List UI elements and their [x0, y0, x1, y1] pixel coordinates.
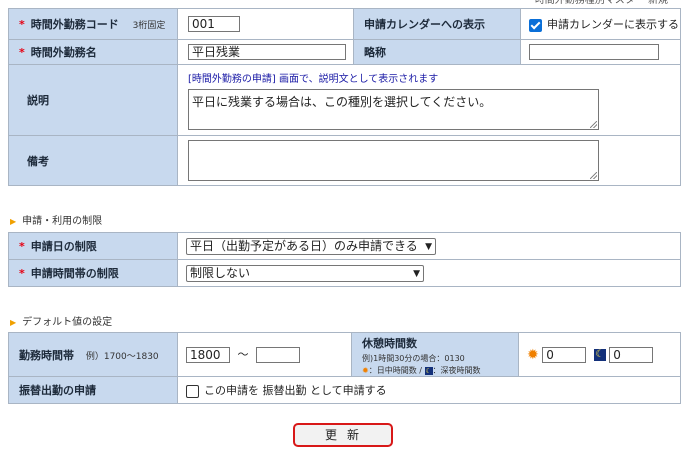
section-restrictions-title: 申請・利用の制限: [22, 216, 103, 227]
time-restriction-label: 申請時間帯の制限: [30, 267, 119, 280]
code-label: 時間外勤務コード: [30, 18, 119, 31]
section-restrictions-heading: ▶ 申請・利用の制限: [10, 212, 102, 227]
work-time-value-cell: 1800 ～: [177, 332, 352, 377]
break-day-input[interactable]: 0: [542, 346, 587, 363]
required-mark: *: [19, 46, 25, 59]
work-time-from-input[interactable]: 1800: [186, 347, 230, 363]
substitute-value-cell: この申請を 振替出勤 として申請する: [177, 376, 681, 404]
work-time-separator: ～: [237, 348, 249, 361]
substitute-label: 振替出勤の申請: [19, 384, 96, 397]
short-name-label-cell: 略称: [353, 39, 521, 65]
sun-icon: ✹: [362, 366, 369, 375]
substitute-checkbox-label[interactable]: この申請を 振替出勤 として申請する: [204, 384, 387, 397]
description-textarea[interactable]: 平日に残業する場合は、この種別を選択してください。: [188, 89, 599, 130]
time-restriction-selected: 制限しない: [190, 265, 251, 280]
date-restriction-selected: 平日（出勤予定がある日）のみ申請できる: [190, 238, 418, 253]
name-label: 時間外勤務名: [30, 46, 97, 59]
moon-icon: ☾: [424, 367, 433, 375]
description-label: 説明: [27, 94, 49, 107]
section-defaults-title: デフォルト値の設定: [22, 317, 113, 328]
work-time-example: 例）1700～1830: [85, 351, 159, 362]
day-legend: ：日中時間数 /: [368, 366, 422, 375]
date-restriction-select[interactable]: 平日（出勤予定がある日）のみ申請できる ▼: [186, 237, 436, 255]
name-value-cell: 平日残業: [177, 39, 354, 65]
remarks-textarea[interactable]: [188, 140, 599, 181]
restrictions-table: * 申請日の制限 平日（出勤予定がある日）のみ申請できる ▼ * 申請時間帯の制限 …: [8, 232, 681, 287]
resize-grip-icon[interactable]: [590, 172, 597, 179]
time-restriction-select[interactable]: 制限しない ▼: [186, 264, 424, 282]
break-legend: ✹：日中時間数 / ☾：深夜時間数: [362, 365, 518, 376]
chevron-down-icon: ▼: [425, 241, 432, 252]
sun-icon: ✹: [527, 346, 539, 363]
main-form-table: * 時間外勤務コード 3桁固定 001 申請カレンダーへの表示 申請カレンダーに表…: [8, 8, 681, 186]
section-arrow-icon: ▶: [10, 318, 17, 327]
time-restriction-label-cell: * 申請時間帯の制限: [8, 259, 178, 287]
calendar-checkbox-label[interactable]: 申請カレンダーに表示する: [547, 18, 679, 31]
break-night-input[interactable]: 0: [609, 346, 654, 363]
calendar-label-cell: 申請カレンダーへの表示: [353, 8, 521, 40]
date-restriction-value-cell: 平日（出勤予定がある日）のみ申請できる ▼: [177, 232, 681, 260]
code-input[interactable]: 001: [188, 16, 240, 32]
break-label-cell: 休憩時間数 例)1時間30分の場合：0130 ✹：日中時間数 / ☾：深夜時間数: [351, 332, 519, 377]
date-restriction-label: 申請日の制限: [30, 240, 97, 253]
required-mark: *: [19, 267, 25, 280]
description-label-cell: 説明: [8, 64, 178, 136]
break-example: 例)1時間30分の場合：0130: [362, 354, 465, 363]
code-note: 3桁固定: [132, 21, 166, 31]
name-input[interactable]: 平日残業: [188, 44, 346, 60]
name-label-cell: * 時間外勤務名: [8, 39, 178, 65]
moon-icon: ☾: [593, 348, 606, 361]
header-text: 時間外勤務種別マスター 新規: [534, 0, 668, 6]
break-value-cell: ✹ 0 ☾ 0: [518, 332, 681, 377]
work-time-label: 勤務時間帯: [19, 348, 74, 362]
update-button[interactable]: 更新: [293, 423, 393, 447]
calendar-label: 申請カレンダーへの表示: [364, 18, 485, 31]
chevron-down-icon: ▼: [413, 268, 420, 279]
calendar-checkbox[interactable]: [529, 18, 542, 32]
short-name-input[interactable]: [529, 44, 659, 60]
code-value-cell: 001: [177, 8, 354, 40]
defaults-table: 勤務時間帯 例）1700～1830 1800 ～ 休憩時間数 例)1時間30分の…: [8, 332, 681, 404]
description-text: 平日に残業する場合は、この種別を選択してください。: [192, 95, 492, 109]
calendar-value-cell: 申請カレンダーに表示する: [520, 8, 681, 40]
remarks-label: 備考: [27, 154, 49, 168]
code-label-cell: * 時間外勤務コード 3桁固定: [8, 8, 178, 40]
time-restriction-value-cell: 制限しない ▼: [177, 259, 681, 287]
resize-grip-icon[interactable]: [590, 121, 597, 128]
description-hint: [時間外勤務の申請] 画面で、説明文として表示されます: [188, 74, 439, 85]
break-label: 休憩時間数: [362, 337, 417, 350]
night-legend: ：深夜時間数: [432, 366, 481, 375]
work-time-to-input[interactable]: [256, 347, 300, 363]
remarks-label-cell: 備考: [8, 135, 178, 186]
short-name-value-cell: [520, 39, 681, 65]
substitute-label-cell: 振替出勤の申請: [8, 376, 178, 404]
section-arrow-icon: ▶: [10, 217, 17, 226]
substitute-checkbox[interactable]: [186, 384, 199, 398]
remarks-value-cell: [177, 135, 681, 186]
required-mark: *: [19, 18, 25, 31]
short-name-label: 略称: [364, 46, 386, 59]
section-defaults-heading: ▶ デフォルト値の設定: [10, 313, 112, 328]
date-restriction-label-cell: * 申請日の制限: [8, 232, 178, 260]
description-value-cell: [時間外勤務の申請] 画面で、説明文として表示されます 平日に残業する場合は、こ…: [177, 64, 681, 136]
work-time-label-cell: 勤務時間帯 例）1700～1830: [8, 332, 178, 377]
required-mark: *: [19, 240, 25, 253]
